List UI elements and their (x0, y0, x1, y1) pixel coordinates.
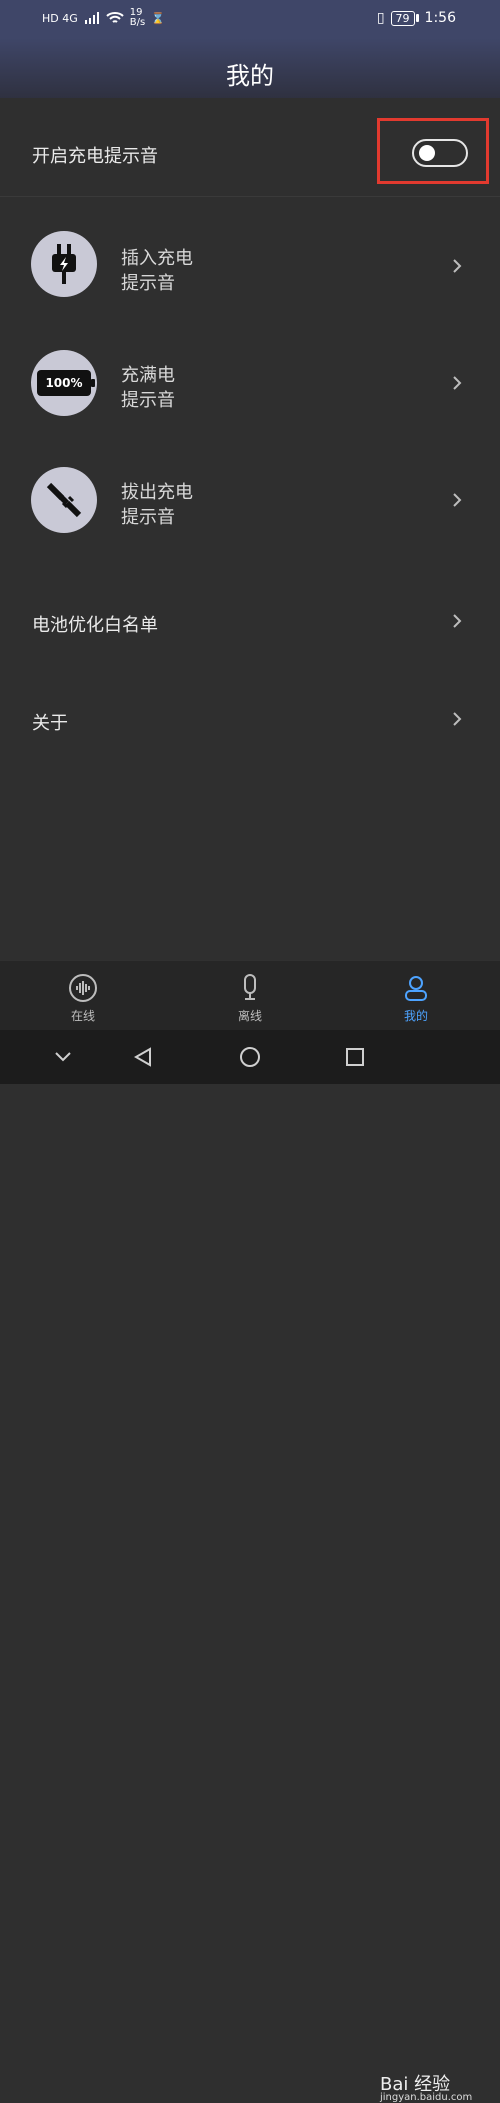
nav-back-button[interactable] (130, 1044, 156, 1070)
charging-sound-toggle[interactable] (412, 139, 468, 167)
list-item-plug-in[interactable]: 插入充电 提示音 (0, 214, 500, 324)
battery-full-text: 100% (45, 376, 83, 390)
baidu-watermark-url: jingyan.baidu.com (380, 2092, 473, 2103)
sound-wave-icon (66, 971, 100, 1005)
tab-online-label: 在线 (70, 1009, 95, 1023)
nav-home-button[interactable] (237, 1044, 263, 1070)
bottom-tab-bar: 在线 离线 我的 (0, 960, 500, 1031)
tab-offline-label: 离线 (237, 1009, 262, 1023)
plug-in-title: 插入充电 (121, 248, 193, 269)
chevron-right-icon (450, 493, 464, 507)
network-speed: 19 B/s (129, 7, 146, 28)
status-bar: HD 4G 19 B/s ⌛ ▯ 79 1:56 (0, 0, 500, 38)
charging-sound-label: 开启充电提示音 (32, 146, 158, 167)
chevron-right-icon (450, 259, 464, 273)
full-subtitle: 提示音 (121, 390, 175, 411)
plug-in-icon (31, 231, 97, 297)
battery-level: 79 (390, 10, 415, 26)
list-item-full[interactable]: 100% 充满电 提示音 (0, 330, 500, 440)
wifi-icon (106, 12, 124, 23)
chevron-right-icon (450, 614, 464, 628)
chevron-right-icon (450, 712, 464, 726)
battery-icon: 79 (390, 10, 419, 26)
tab-online[interactable]: 在线 (33, 961, 133, 1031)
nav-collapse-button[interactable] (50, 1044, 76, 1070)
nav-recents-button[interactable] (342, 1044, 368, 1070)
toggle-knob (419, 145, 435, 161)
chevron-right-icon (450, 376, 464, 390)
status-right: ▯ 79 1:56 (377, 10, 456, 26)
status-left: HD 4G 19 B/s ⌛ (42, 8, 165, 28)
plug-in-subtitle: 提示音 (121, 273, 175, 294)
hourglass-icon: ⌛ (151, 11, 165, 25)
signal-icon (84, 12, 99, 24)
profile-icon (399, 971, 433, 1005)
vibrate-icon: ▯ (376, 10, 385, 26)
battery-whitelist-row[interactable]: 电池优化白名单 (0, 590, 500, 650)
status-network-label: HD 4G (42, 11, 78, 25)
mic-icon (233, 971, 267, 1005)
battery-whitelist-label: 电池优化白名单 (32, 615, 158, 636)
page-title: 我的 (226, 62, 274, 90)
about-row[interactable]: 关于 (0, 688, 500, 748)
battery-full-icon: 100% (31, 350, 97, 416)
list-item-unplug[interactable]: 拔出充电 提示音 (0, 447, 500, 557)
system-nav-bar: Bai 经验 jingyan.baidu.com (0, 1030, 500, 2103)
tab-offline[interactable]: 离线 (200, 961, 300, 1031)
unplug-icon (31, 467, 97, 533)
about-label: 关于 (32, 713, 68, 734)
tab-mine[interactable]: 我的 (366, 961, 466, 1031)
tab-mine-label: 我的 (403, 1009, 428, 1023)
unplug-title: 拔出充电 (121, 482, 193, 503)
clock: 1:56 (424, 10, 456, 26)
unplug-subtitle: 提示音 (121, 507, 175, 528)
full-title: 充满电 (121, 365, 175, 386)
